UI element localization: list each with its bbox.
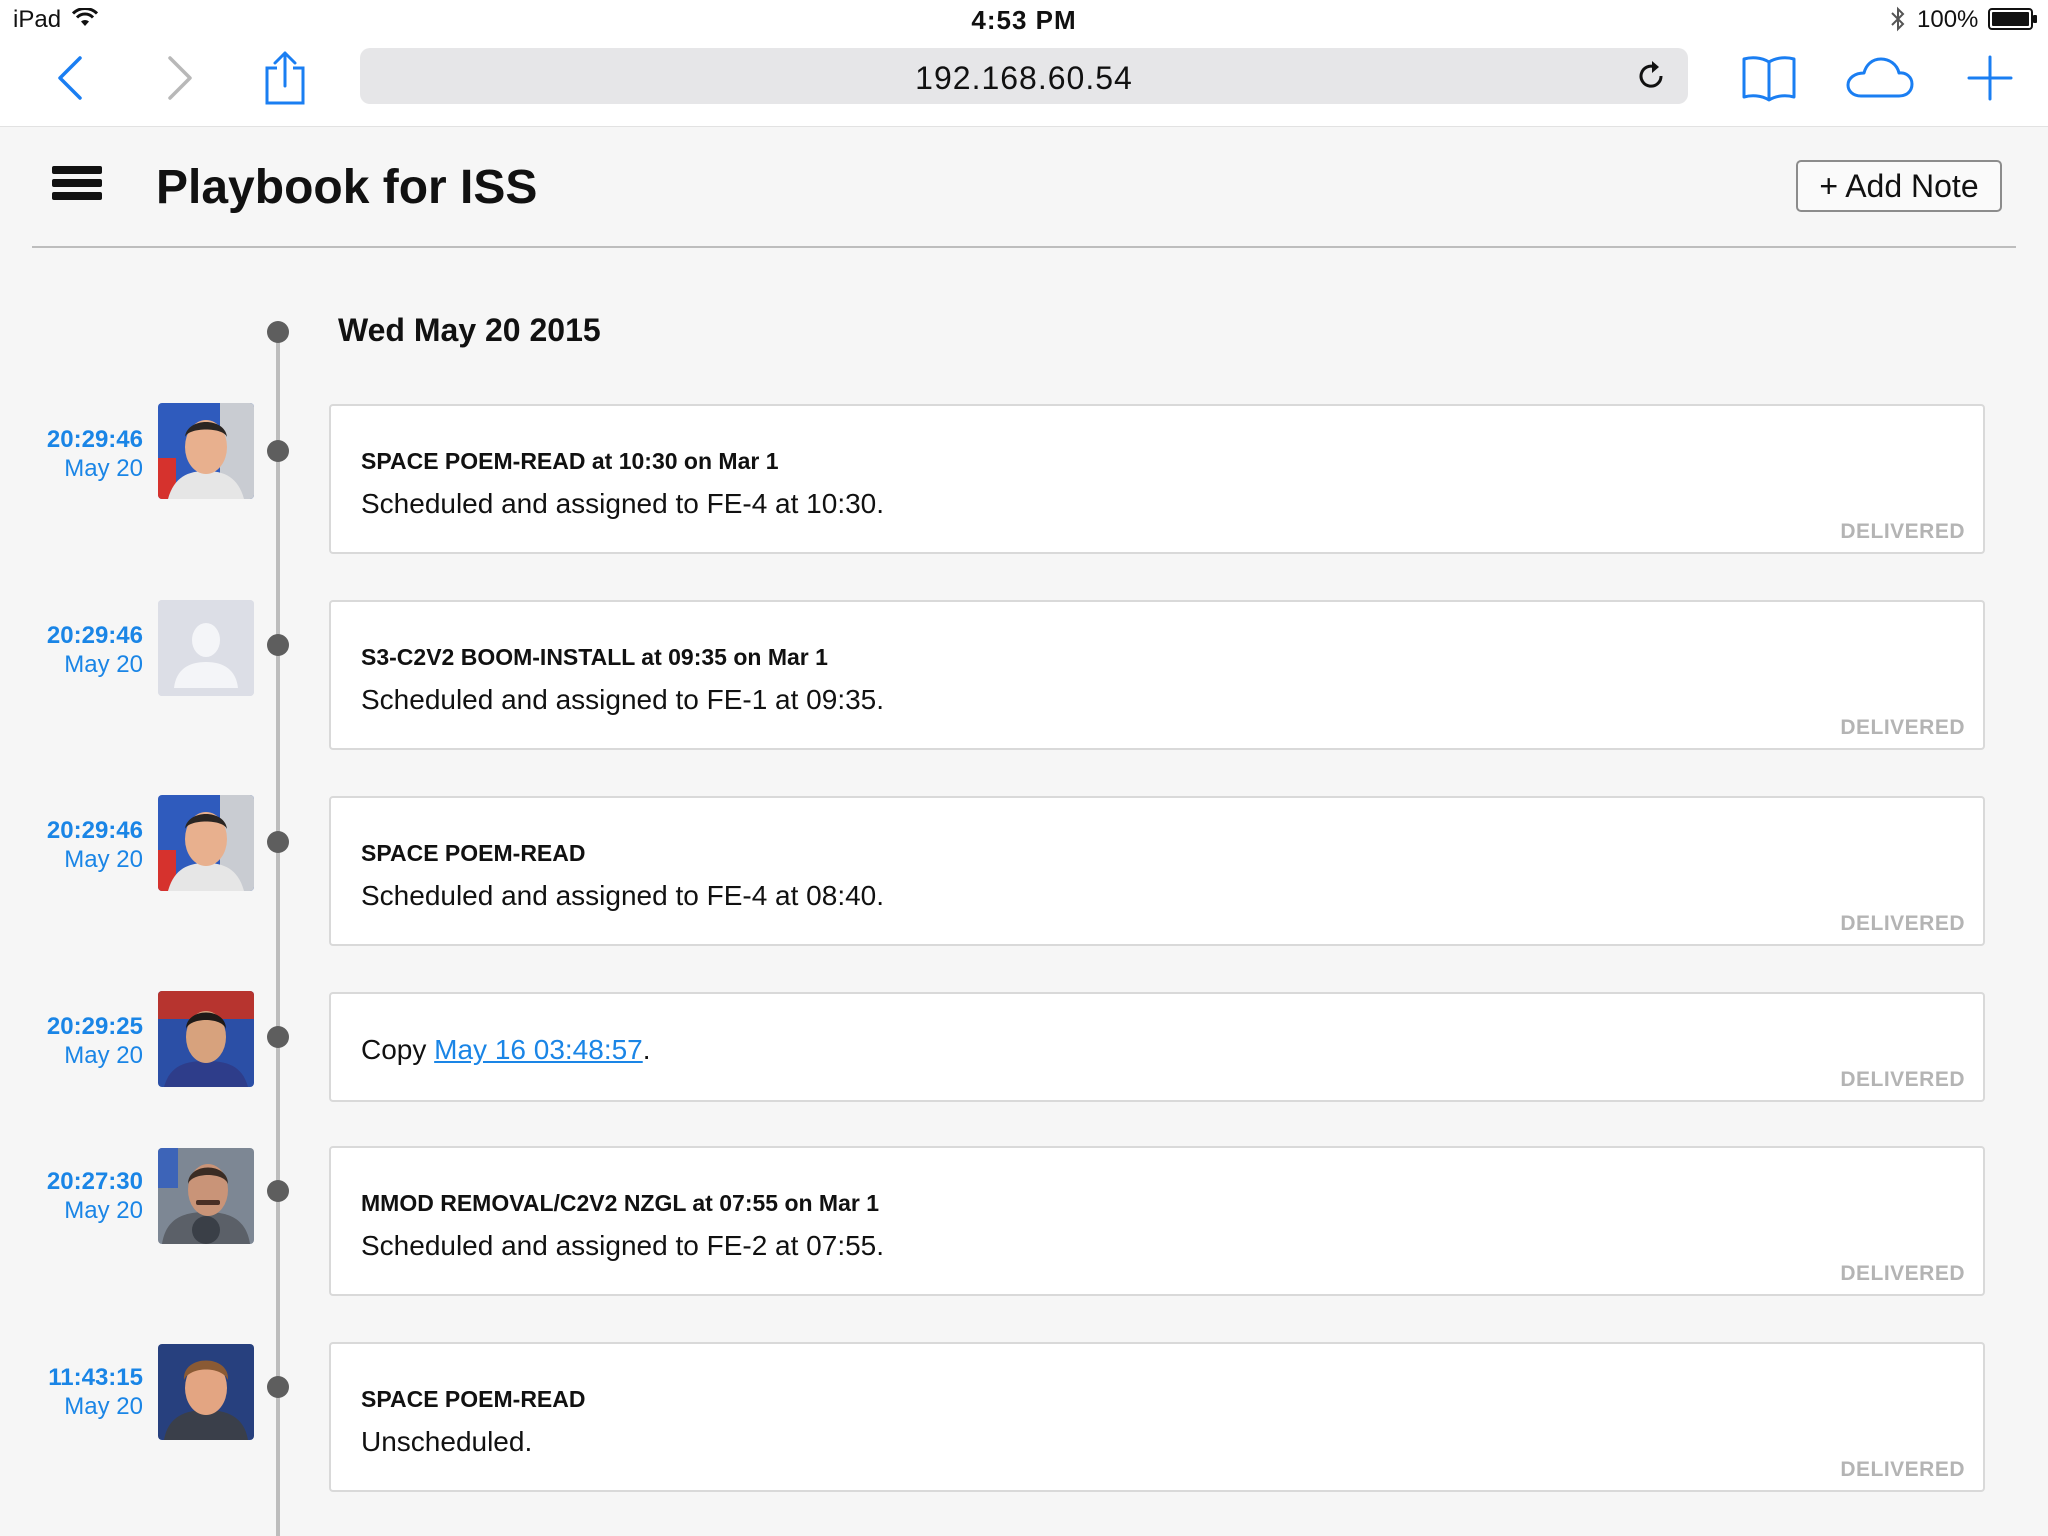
astronaut-photo-icon [158, 1148, 254, 1244]
note-body: Copy May 16 03:48:57. [361, 1034, 651, 1066]
note-body: Scheduled and assigned to FE-2 at 07:55. [361, 1230, 885, 1261]
browser-toolbar: 192.168.60.54 [0, 38, 2048, 127]
avatar [158, 403, 254, 499]
share-button[interactable] [255, 38, 315, 118]
astronaut-photo-icon [158, 991, 254, 1087]
clock: 4:53 PM [971, 5, 1077, 35]
avatar [158, 1148, 254, 1244]
status-badge: DELIVERED [1840, 716, 1965, 739]
app-header: Playbook for ISS + Add Note [32, 126, 2016, 248]
note-card[interactable]: MMOD REMOVAL/C2V2 NZGL at 07:55 on Mar 1… [329, 1146, 1985, 1296]
timeline-dot [267, 1026, 289, 1048]
cloud-icon [1846, 57, 1914, 98]
battery-percent: 100% [1917, 6, 1979, 33]
entry-day[interactable]: May 20 [0, 846, 143, 874]
status-badge: DELIVERED [1840, 1458, 1965, 1481]
note-body: Scheduled and assigned to FE-1 at 09:35. [361, 684, 885, 715]
note-body-prefix: Copy [361, 1034, 435, 1065]
avatar [158, 600, 254, 696]
entry-time[interactable]: 20:27:30 [0, 1168, 143, 1196]
entry-day[interactable]: May 20 [0, 651, 143, 679]
back-button[interactable] [40, 38, 100, 118]
note-title: MMOD REMOVAL/C2V2 NZGL at 07:55 on Mar 1 [361, 1190, 880, 1216]
timeline-dot [267, 831, 289, 853]
astronaut-photo-icon [158, 795, 254, 891]
note-card[interactable]: SPACE POEM-READ Scheduled and assigned t… [329, 796, 1985, 946]
timeline-line [276, 332, 280, 1536]
note-title: SPACE POEM-READ [361, 840, 586, 866]
copy-source-link[interactable]: May 16 03:48:57 [434, 1034, 643, 1065]
timeline-dot [267, 321, 289, 343]
entry-day[interactable]: May 20 [0, 1042, 143, 1070]
icloud-tabs-button[interactable] [1844, 38, 1916, 118]
note-title: SPACE POEM-READ at 10:30 on Mar 1 [361, 448, 779, 474]
address-bar[interactable]: 192.168.60.54 [360, 48, 1688, 104]
status-badge: DELIVERED [1840, 1262, 1965, 1285]
entry-day[interactable]: May 20 [0, 455, 143, 483]
timeline-dot [267, 1376, 289, 1398]
timeline-dot [267, 1180, 289, 1202]
entry-time[interactable]: 20:29:46 [0, 622, 143, 650]
entry-time[interactable]: 20:29:46 [0, 817, 143, 845]
note-body-suffix: . [642, 1034, 651, 1065]
page-title: Playbook for ISS [156, 161, 538, 214]
note-body: Scheduled and assigned to FE-4 at 08:40. [361, 880, 885, 911]
share-icon [265, 51, 305, 105]
status-badge: DELIVERED [1840, 520, 1965, 543]
note-body: Scheduled and assigned to FE-4 at 10:30. [361, 488, 885, 519]
plus-icon [1967, 55, 2013, 101]
status-badge: DELIVERED [1840, 1068, 1965, 1091]
note-card[interactable]: SPACE POEM-READ at 10:30 on Mar 1 Schedu… [329, 404, 1985, 554]
timeline-dot [267, 634, 289, 656]
bluetooth-icon [1891, 6, 1905, 32]
battery-icon [1988, 8, 2037, 30]
add-note-button[interactable]: + Add Note [1796, 160, 2002, 212]
note-title: SPACE POEM-READ [361, 1386, 586, 1412]
note-card[interactable]: Copy May 16 03:48:57. DELIVERED [329, 992, 1985, 1102]
entry-day[interactable]: May 20 [0, 1197, 143, 1225]
url-text: 192.168.60.54 [915, 60, 1133, 96]
entry-time[interactable]: 20:29:46 [0, 426, 143, 454]
entry-time[interactable]: 11:43:15 [0, 1364, 143, 1392]
chevron-right-icon [168, 56, 192, 100]
forward-button[interactable] [150, 38, 210, 118]
bookmarks-button[interactable] [1738, 38, 1800, 118]
reload-icon[interactable] [1634, 59, 1668, 93]
note-card[interactable]: SPACE POEM-READ Unscheduled. DELIVERED [329, 1342, 1985, 1492]
new-tab-button[interactable] [1960, 38, 2020, 118]
placeholder-person-icon [158, 600, 254, 696]
entry-day[interactable]: May 20 [0, 1393, 143, 1421]
book-icon [1742, 56, 1796, 102]
avatar [158, 1344, 254, 1440]
chevron-left-icon [58, 56, 82, 100]
note-card[interactable]: S3-C2V2 BOOM-INSTALL at 09:35 on Mar 1 S… [329, 600, 1985, 750]
timeline-dot [267, 440, 289, 462]
entry-time[interactable]: 20:29:25 [0, 1013, 143, 1041]
astronaut-photo-icon [158, 403, 254, 499]
note-title: S3-C2V2 BOOM-INSTALL at 09:35 on Mar 1 [361, 644, 828, 670]
note-body: Unscheduled. [361, 1426, 533, 1457]
status-badge: DELIVERED [1840, 912, 1965, 935]
hamburger-menu-icon[interactable] [52, 166, 102, 206]
avatar [158, 991, 254, 1087]
avatar [158, 795, 254, 891]
date-heading: Wed May 20 2015 [338, 312, 601, 348]
astronaut-photo-icon [158, 1344, 254, 1440]
status-bar: iPad 4:53 PM 100% [0, 0, 2048, 38]
